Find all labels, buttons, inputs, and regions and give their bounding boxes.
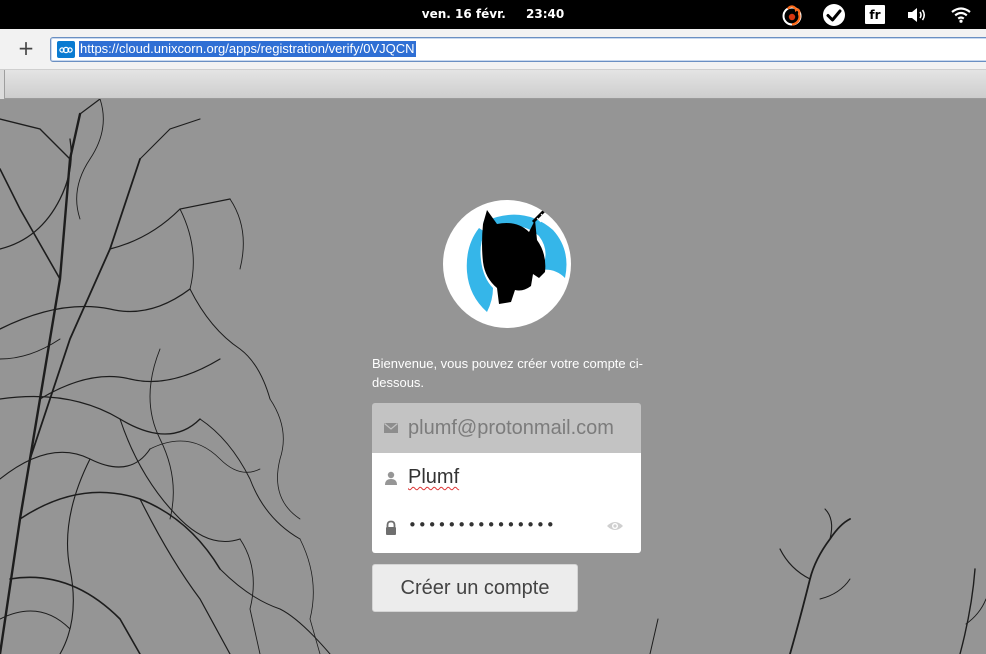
user-icon <box>385 471 397 485</box>
tab-strip <box>0 70 986 99</box>
email-icon <box>384 423 398 433</box>
checkmark-icon[interactable] <box>820 3 848 26</box>
url-text[interactable]: https://cloud.unixcorn.org/apps/registra… <box>79 41 416 57</box>
unicorn-logo <box>443 200 571 328</box>
new-tab-button[interactable]: + <box>14 37 38 61</box>
top-panel: ven. 16 févr. 23:40 fr <box>0 0 986 29</box>
username-input[interactable]: Plumf <box>408 466 459 489</box>
url-bar[interactable]: https://cloud.unixcorn.org/apps/registra… <box>50 37 986 62</box>
panel-time: 23:40 <box>526 7 565 21</box>
keyboard-layout-label: fr <box>865 5 885 24</box>
lock-icon <box>386 520 396 535</box>
password-input[interactable]: ••••••••••••••• <box>408 516 556 534</box>
nextcloud-icon <box>57 41 75 58</box>
email-field[interactable] <box>372 403 641 453</box>
registration-page: Bienvenue, vous pouvez créer votre compt… <box>0 99 986 654</box>
registration-form: Plumf ••••••••••••••• <box>372 403 641 553</box>
volume-icon[interactable] <box>904 3 930 26</box>
welcome-message: Bienvenue, vous pouvez créer votre compt… <box>372 356 643 390</box>
password-field[interactable]: ••••••••••••••• <box>372 503 641 553</box>
create-account-button[interactable]: Créer un compte <box>372 564 578 612</box>
browser-toolbar: + https://cloud.unixcorn.org/apps/regist… <box>0 29 986 70</box>
eye-icon[interactable] <box>606 519 624 533</box>
wifi-icon[interactable] <box>948 3 974 26</box>
keyboard-layout-button[interactable]: fr <box>863 3 887 26</box>
email-input[interactable] <box>408 412 628 444</box>
username-field[interactable]: Plumf <box>372 453 641 503</box>
firefox-flame-icon[interactable] <box>778 3 806 26</box>
tab[interactable] <box>0 70 5 99</box>
panel-date: ven. 16 févr. <box>421 7 506 21</box>
